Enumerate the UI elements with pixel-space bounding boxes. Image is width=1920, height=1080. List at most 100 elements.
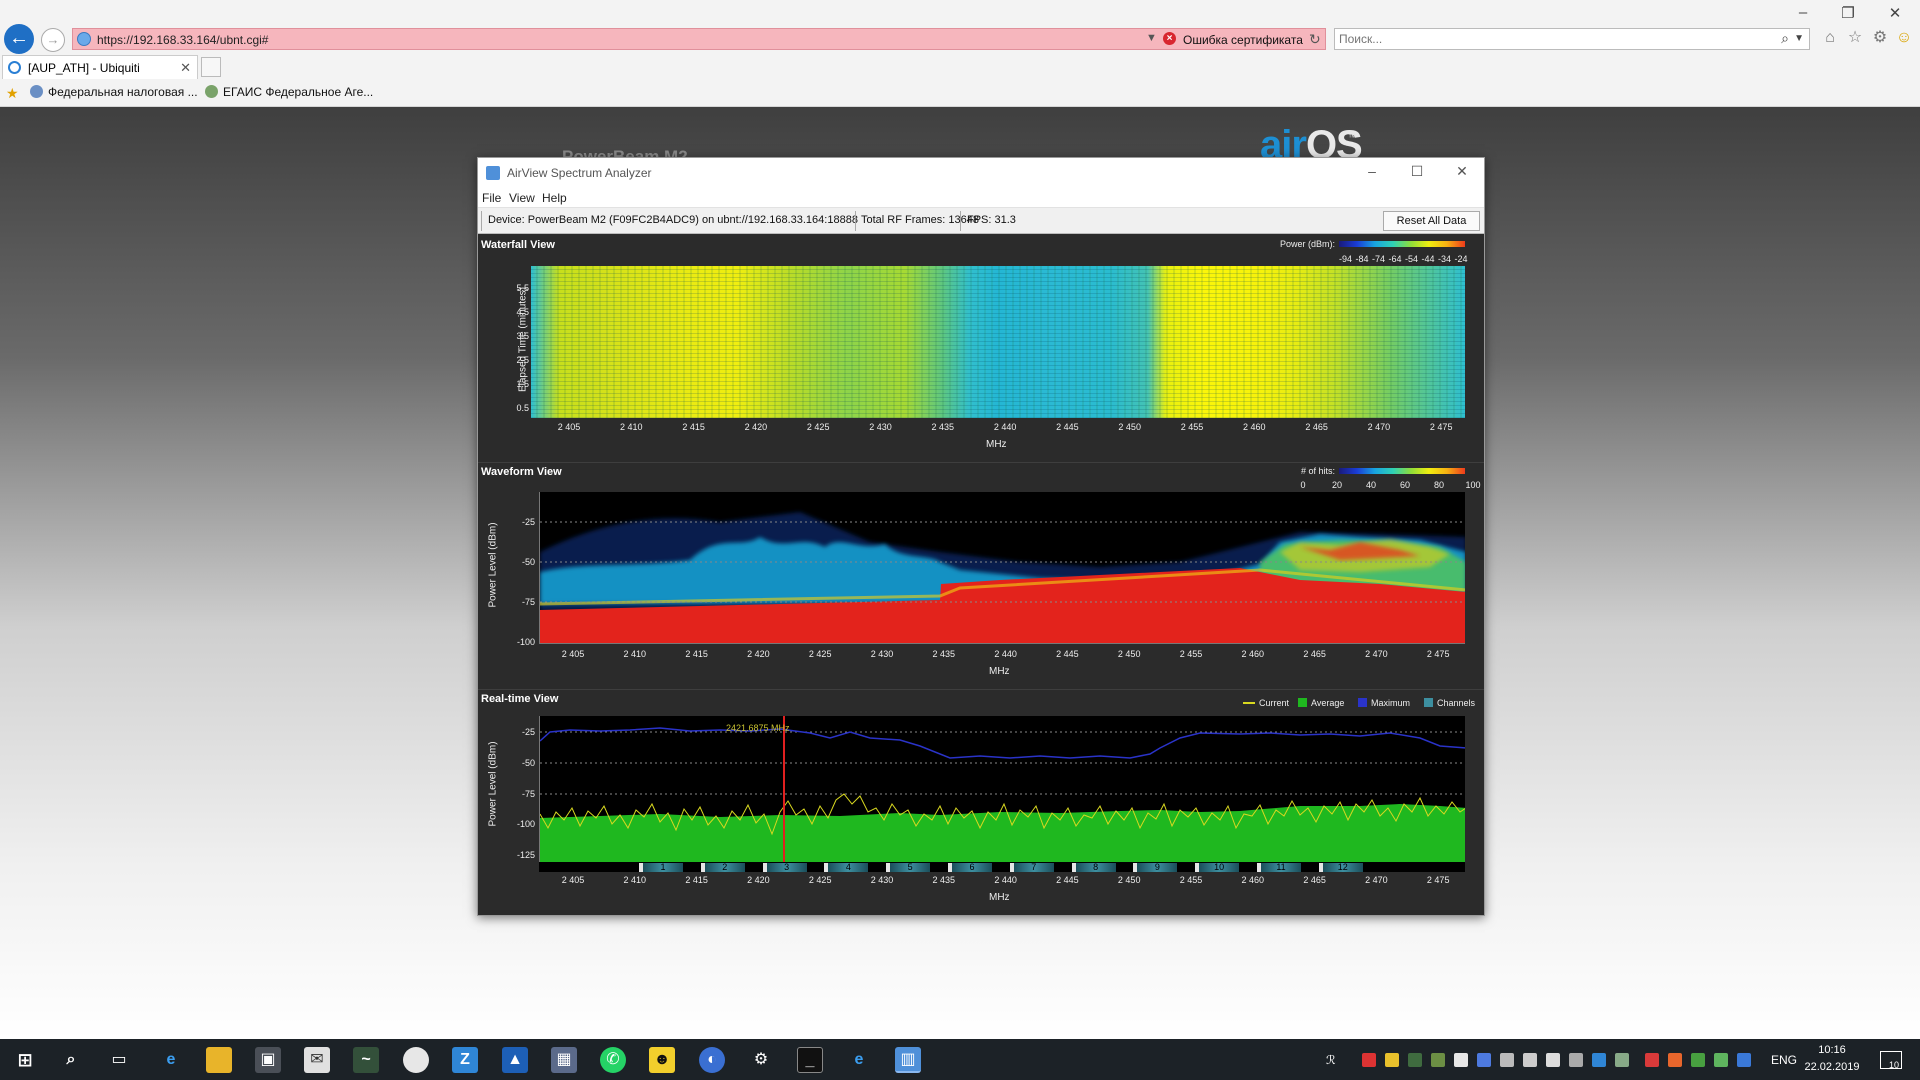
x-tick-label: 2 425	[806, 422, 830, 432]
zoiper-icon[interactable]: Z	[452, 1047, 478, 1073]
tray-app-icon-red[interactable]	[1362, 1053, 1376, 1067]
home-icon[interactable]: ⌂	[1820, 28, 1840, 48]
network-icon[interactable]	[1523, 1053, 1537, 1067]
terminal-icon[interactable]: _	[797, 1047, 823, 1073]
menu-help[interactable]: Help	[542, 191, 567, 205]
tray-app-icon-orange[interactable]	[1668, 1053, 1682, 1067]
browser-tab-active[interactable]: [AUP_ATH] - Ubiquiti ✕	[2, 55, 198, 79]
add-favorite-star-icon[interactable]: ★	[6, 85, 19, 102]
chrome-icon[interactable]	[403, 1047, 429, 1073]
waterfall-legend-tick: -34	[1438, 254, 1452, 264]
settings-gear-icon[interactable]: ⚙	[748, 1047, 774, 1073]
notes-app-icon[interactable]: ▲	[502, 1047, 528, 1073]
volume-icon[interactable]	[1546, 1053, 1560, 1067]
network-tool-icon[interactable]: ▦	[551, 1047, 577, 1073]
realtime-ylabel: Power Level (dBm)	[487, 741, 499, 827]
x-tick-label: 2 430	[870, 875, 894, 885]
channel-block: 4	[828, 863, 869, 872]
tray-app-icon-green3[interactable]	[1714, 1053, 1728, 1067]
tray-app-icon-gray[interactable]	[1615, 1053, 1629, 1067]
legend-channels[interactable]: Channels	[1424, 698, 1475, 708]
tray-antivirus-icon[interactable]	[1645, 1053, 1659, 1067]
clock-date[interactable]: 22.02.2019	[1787, 1061, 1877, 1073]
tab-strip: [AUP_ATH] - Ubiquiti ✕	[0, 55, 1920, 79]
address-url[interactable]: https://192.168.33.164/ubnt.cgi#	[97, 33, 268, 47]
new-tab-button[interactable]	[201, 57, 221, 77]
tray-app-icon-blue2[interactable]	[1737, 1053, 1751, 1067]
y-tick-label: 2.5	[516, 355, 529, 365]
legend-maximum[interactable]: Maximum	[1358, 698, 1410, 708]
phone-app-icon[interactable]: ◐	[699, 1047, 725, 1073]
favorites-star-icon[interactable]: ☆	[1845, 28, 1865, 48]
realtime-plot[interactable]: 2421.6875 MHz	[539, 716, 1465, 862]
channel-block: 3	[766, 863, 807, 872]
edge-browser-icon[interactable]: e	[158, 1047, 184, 1073]
tab-title[interactable]: [AUP_ATH] - Ubiquiti	[28, 61, 140, 75]
waterfall-heatmap[interactable]	[531, 266, 1465, 418]
notification-center-icon[interactable]: 10	[1880, 1051, 1902, 1070]
tray-app-icon-yellow[interactable]	[1385, 1053, 1399, 1067]
airview-maximize-button[interactable]: ☐	[1407, 163, 1427, 180]
task-view-icon[interactable]: ▭	[106, 1047, 132, 1073]
search-box[interactable]: ⌕ ▼	[1334, 28, 1810, 50]
airview-close-button[interactable]: ✕	[1452, 163, 1472, 180]
tray-app-icon-olive[interactable]	[1431, 1053, 1445, 1067]
tray-zoiper-icon[interactable]	[1592, 1053, 1606, 1067]
search-icon[interactable]: ⌕	[1781, 30, 1789, 47]
tray-app-icon-green[interactable]	[1408, 1053, 1422, 1067]
search-dropdown-icon[interactable]: ▼	[1794, 33, 1804, 44]
refresh-icon[interactable]: ↻	[1309, 31, 1321, 48]
smiley-feedback-icon[interactable]: ☺	[1894, 28, 1914, 48]
x-tick-label: 2 450	[1118, 422, 1141, 432]
internet-explorer-icon[interactable]: e	[846, 1047, 872, 1073]
search-input[interactable]	[1339, 31, 1759, 47]
browser-close-button[interactable]: ✕	[1880, 4, 1910, 22]
mascot-app-icon[interactable]: ☻	[649, 1047, 675, 1073]
mail-icon[interactable]: ✉	[304, 1047, 330, 1073]
certificate-error-icon[interactable]: ×	[1163, 32, 1176, 45]
menu-file[interactable]: File	[482, 191, 501, 205]
legend-average[interactable]: Average	[1298, 698, 1344, 708]
windows-start-icon[interactable]: ⊞	[12, 1047, 38, 1073]
reset-all-data-button[interactable]: Reset All Data	[1383, 211, 1480, 231]
task-manager-icon[interactable]: ~	[353, 1047, 379, 1073]
address-bar[interactable]: https://192.168.33.164/ubnt.cgi# ▼ × Оши…	[72, 28, 1326, 50]
menu-view[interactable]: View	[509, 191, 535, 205]
people-icon[interactable]: ℛ	[1326, 1053, 1340, 1067]
forward-arrow-icon[interactable]: →	[41, 28, 65, 52]
whatsapp-icon[interactable]: ✆	[600, 1047, 626, 1073]
search-taskbar-icon[interactable]: ⌕	[58, 1047, 84, 1073]
browser-minimize-button[interactable]: –	[1788, 4, 1818, 21]
waveform-xlabel: MHz	[989, 666, 1010, 677]
waveform-plot[interactable]	[539, 492, 1465, 644]
back-arrow-icon[interactable]: ←	[4, 24, 34, 54]
waveform-title: Waveform View	[481, 466, 562, 478]
favorite-site-icon	[205, 85, 218, 98]
file-explorer-icon[interactable]	[206, 1047, 232, 1073]
address-dropdown-icon[interactable]: ▼	[1146, 32, 1157, 44]
airview-taskbar-icon[interactable]: ▥	[895, 1047, 921, 1073]
legend-label: Maximum	[1371, 698, 1411, 708]
tray-app-icon-green2[interactable]	[1691, 1053, 1705, 1067]
tray-shield-icon[interactable]	[1454, 1053, 1468, 1067]
channel-block: 9	[1137, 863, 1178, 872]
airview-titlebar[interactable]: AirView Spectrum Analyzer – ☐ ✕	[478, 158, 1484, 188]
store-icon[interactable]: ▣	[255, 1047, 281, 1073]
y-tick-label: -100	[516, 637, 535, 647]
airview-minimize-button[interactable]: –	[1362, 163, 1382, 179]
gear-icon[interactable]: ⚙	[1870, 28, 1890, 48]
x-tick-label: 2 415	[685, 649, 708, 659]
tray-app-icon-blue[interactable]	[1477, 1053, 1491, 1067]
favorite-item-egais[interactable]: ЕГАИС Федеральное Аге...	[205, 85, 373, 99]
x-tick-label: 2 455	[1180, 422, 1204, 432]
legend-current[interactable]: Current	[1243, 698, 1289, 708]
favorite-item-nalog[interactable]: Федеральная налоговая ...	[30, 85, 198, 99]
clock-time[interactable]: 10:16	[1787, 1044, 1877, 1056]
tray-chart-icon[interactable]	[1569, 1053, 1583, 1067]
x-tick-label: 2 405	[557, 422, 581, 432]
browser-restore-button[interactable]: ❐	[1833, 4, 1863, 22]
x-tick-label: 2 465	[1303, 875, 1326, 885]
certificate-error-label[interactable]: Ошибка сертификата	[1183, 33, 1303, 47]
cloud-icon[interactable]	[1500, 1053, 1514, 1067]
tab-close-icon[interactable]: ✕	[180, 60, 191, 76]
